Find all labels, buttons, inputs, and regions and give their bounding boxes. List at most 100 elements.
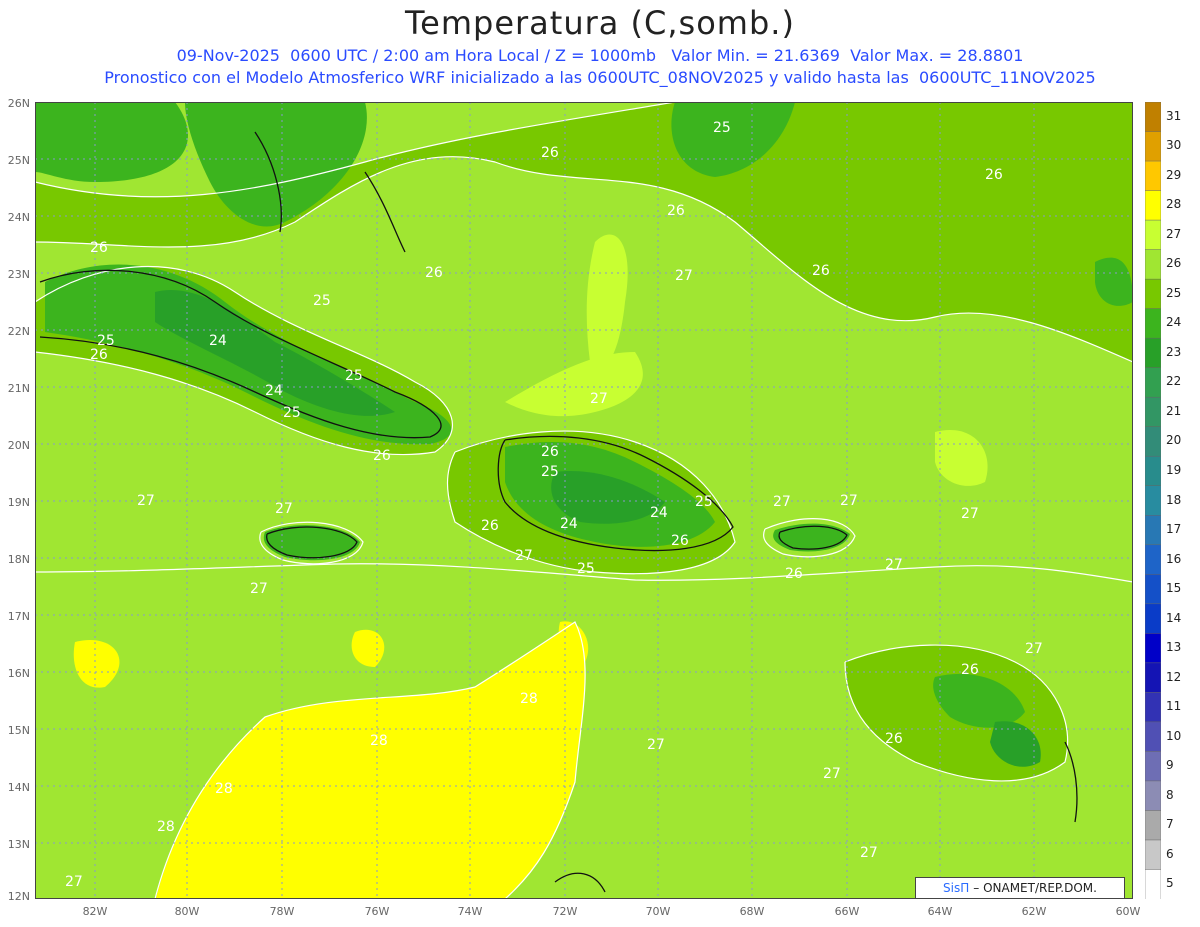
lat-label: 23N xyxy=(7,268,30,281)
lon-label: 78W xyxy=(269,905,295,918)
brand-logo: SisΠ xyxy=(943,881,970,895)
color-scale-label: 13 xyxy=(1166,640,1182,655)
color-scale-swatch xyxy=(1145,574,1161,605)
color-scale-label: 24 xyxy=(1166,315,1182,330)
lon-label: 82W xyxy=(82,905,108,918)
lon-label: 62W xyxy=(1021,905,1047,918)
color-scale-swatch xyxy=(1145,869,1161,899)
lat-label: 13N xyxy=(7,838,30,851)
contour-label: 25 xyxy=(577,561,595,577)
lon-label: 66W xyxy=(834,905,860,918)
color-scale-swatch xyxy=(1145,751,1161,782)
contour-label: 27 xyxy=(823,766,841,782)
contour-label: 26 xyxy=(985,167,1003,183)
color-scale-swatch xyxy=(1145,337,1161,369)
color-scale-label: 14 xyxy=(1166,610,1182,625)
credit-box: SisΠ – ONAMET/REP.DOM. xyxy=(915,877,1125,899)
color-scale-label: 30 xyxy=(1166,138,1182,153)
lon-label: 64W xyxy=(927,905,953,918)
contour-label: 26 xyxy=(961,662,979,678)
credit-text: – ONAMET/REP.DOM. xyxy=(973,881,1097,895)
color-scale-swatch xyxy=(1145,810,1161,841)
color-scale-label: 11 xyxy=(1166,699,1182,714)
color-scale-label: 21 xyxy=(1166,403,1182,418)
contour-label: 26 xyxy=(373,448,391,464)
lat-label: 21N xyxy=(7,382,30,395)
contour-label: 27 xyxy=(590,391,608,407)
contour-label: 25 xyxy=(541,464,559,480)
color-scale-bar xyxy=(1145,102,1161,899)
contour-label: 27 xyxy=(515,548,533,564)
lon-label: 68W xyxy=(739,905,765,918)
color-scale-swatch xyxy=(1145,190,1161,221)
contour-label: 27 xyxy=(250,581,268,597)
contour-label: 27 xyxy=(275,501,293,517)
contour-label: 28 xyxy=(157,819,175,835)
color-scale-swatch xyxy=(1145,308,1161,339)
contour-label: 24 xyxy=(650,505,668,521)
contour-label: 26 xyxy=(785,566,803,582)
lat-label: 14N xyxy=(7,781,30,794)
contour-label: 28 xyxy=(215,781,233,797)
color-scale-swatch xyxy=(1145,839,1161,871)
color-scale-swatch xyxy=(1145,396,1161,428)
lat-label: 17N xyxy=(7,610,30,623)
lon-label: 72W xyxy=(552,905,578,918)
contour-label: 26 xyxy=(541,145,559,161)
contour-label: 27 xyxy=(65,874,83,890)
color-scale-label: 12 xyxy=(1166,669,1182,684)
lat-label: 22N xyxy=(7,325,30,338)
contour-label: 27 xyxy=(860,845,878,861)
color-scale-swatch xyxy=(1145,160,1161,192)
contour-label: 27 xyxy=(961,506,979,522)
contour-label: 26 xyxy=(812,263,830,279)
color-scale-swatch xyxy=(1145,662,1161,694)
lon-label: 80W xyxy=(174,905,200,918)
contour-label: 27 xyxy=(137,493,155,509)
color-scale-label: 8 xyxy=(1166,787,1174,802)
color-scale-swatch xyxy=(1145,455,1161,487)
contour-label: 26 xyxy=(90,240,108,256)
lat-label: 19N xyxy=(7,496,30,509)
color-scale-label: 17 xyxy=(1166,522,1182,537)
lon-label: 74W xyxy=(457,905,483,918)
color-scale-swatch xyxy=(1145,603,1161,635)
lon-label: 76W xyxy=(364,905,390,918)
color-scale-label: 16 xyxy=(1166,551,1182,566)
lat-label: 24N xyxy=(7,211,30,224)
color-scale-swatch xyxy=(1145,278,1161,310)
contour-label: 25 xyxy=(345,368,363,384)
contour-label: 27 xyxy=(675,268,693,284)
color-scale-swatch xyxy=(1145,102,1161,133)
contour-label: 24 xyxy=(560,516,578,532)
contour-label: 24 xyxy=(209,333,227,349)
contour-label: 25 xyxy=(283,405,301,421)
contour-label: 26 xyxy=(541,444,559,460)
color-scale-swatch xyxy=(1145,485,1161,517)
lat-label: 20N xyxy=(7,439,30,452)
color-scale-label: 26 xyxy=(1166,256,1182,271)
contour-label: 26 xyxy=(481,518,499,534)
contour-label: 28 xyxy=(370,733,388,749)
map-title: Temperatura (C,somb.) xyxy=(405,4,795,42)
contour-label: 26 xyxy=(90,347,108,363)
contour-label: 26 xyxy=(885,731,903,747)
color-scale-label: 5 xyxy=(1166,876,1174,891)
color-scale-swatch xyxy=(1145,219,1161,251)
color-scale-label: 9 xyxy=(1166,758,1174,773)
contour-label: 25 xyxy=(713,120,731,136)
lat-label: 16N xyxy=(7,667,30,680)
contour-label: 25 xyxy=(313,293,331,309)
contour-label: 25 xyxy=(695,494,713,510)
model-info-line: Pronostico con el Modelo Atmosferico WRF… xyxy=(104,68,1096,87)
lat-label: 12N xyxy=(7,890,30,903)
contour-label: 28 xyxy=(520,691,538,707)
color-scale-swatch xyxy=(1145,633,1161,664)
color-scale-label: 18 xyxy=(1166,492,1182,507)
color-scale-swatch xyxy=(1145,131,1161,162)
color-scale-label: 25 xyxy=(1166,285,1182,300)
contour-label: 26 xyxy=(671,533,689,549)
color-scale-swatch xyxy=(1145,426,1161,457)
color-scale-swatch xyxy=(1145,544,1161,576)
contour-label: 26 xyxy=(667,203,685,219)
